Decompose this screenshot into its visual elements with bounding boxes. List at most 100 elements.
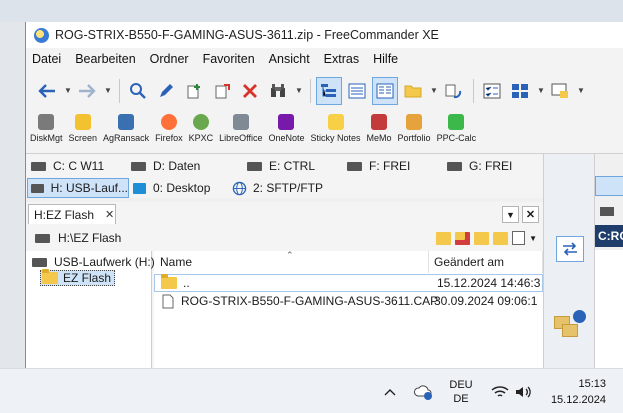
parent-folder-icon[interactable] bbox=[474, 231, 490, 245]
drive-f[interactable]: F: FREI bbox=[344, 156, 442, 176]
app-firefox[interactable]: Firefox bbox=[153, 111, 185, 143]
title-bar[interactable]: ROG-STRIX-B550-F-GAMING-ASUS-3611.zip - … bbox=[26, 22, 623, 48]
drive-sftp[interactable]: 2: SFTP/FTP bbox=[229, 178, 329, 198]
back-button[interactable] bbox=[34, 77, 60, 105]
clipboard-icon[interactable] bbox=[512, 231, 526, 245]
delete-button[interactable] bbox=[237, 77, 263, 105]
column-header-name[interactable]: Name ⌃ bbox=[154, 250, 429, 273]
forward-history-dropdown[interactable]: ▼ bbox=[102, 77, 114, 105]
tree-view-icon bbox=[321, 83, 336, 97]
app-agransack[interactable]: AgRansack bbox=[101, 111, 151, 143]
sync-icon bbox=[445, 84, 462, 98]
move-file-icon bbox=[215, 83, 230, 98]
tree-item-usb-drive[interactable]: USB-Laufwerk (H:) bbox=[32, 255, 155, 269]
app-ppc-calc[interactable]: PPC-Calc bbox=[435, 111, 479, 143]
drive-desktop[interactable]: 0: Desktop bbox=[130, 178, 228, 198]
swap-panels-button[interactable] bbox=[556, 236, 584, 262]
list-view-button[interactable] bbox=[372, 76, 398, 105]
menu-extras[interactable]: Extras bbox=[317, 52, 366, 66]
edit-button[interactable] bbox=[153, 77, 179, 105]
sync-button[interactable] bbox=[440, 77, 466, 105]
panel-close-button[interactable]: ✕ bbox=[522, 206, 539, 223]
move-button[interactable] bbox=[209, 77, 235, 105]
search-button[interactable] bbox=[125, 77, 151, 105]
favorite-folder-icon[interactable] bbox=[455, 231, 471, 245]
binoculars-button[interactable] bbox=[265, 77, 291, 105]
tab-list-dropdown[interactable]: ▼ bbox=[502, 206, 519, 223]
app-memo[interactable]: MeMo bbox=[365, 111, 394, 143]
right-tab[interactable]: C:RO bbox=[595, 225, 623, 247]
menu-datei[interactable]: Datei bbox=[26, 52, 68, 66]
language-indicator[interactable]: DEU DE bbox=[444, 369, 478, 413]
network-volume-button[interactable] bbox=[486, 369, 536, 413]
desktop-left-strip bbox=[0, 22, 25, 368]
grid-view-dropdown[interactable]: ▼ bbox=[535, 77, 547, 105]
cloud-status-button[interactable] bbox=[410, 369, 436, 413]
app-sticky-notes[interactable]: Sticky Notes bbox=[309, 111, 363, 143]
forward-button[interactable] bbox=[74, 77, 100, 105]
folder-view-button[interactable] bbox=[400, 77, 426, 105]
window-layout-dropdown[interactable]: ▼ bbox=[575, 77, 587, 105]
desktop-icon bbox=[133, 182, 146, 194]
root-folder-icon[interactable] bbox=[493, 231, 509, 245]
right-drive-icon bbox=[600, 207, 614, 216]
table-row[interactable]: .. 15.12.2024 14:46:3 bbox=[154, 274, 543, 292]
drive-d[interactable]: D: Daten bbox=[128, 156, 242, 176]
details-view-button[interactable] bbox=[344, 77, 370, 105]
drive-label: 0: Desktop bbox=[153, 181, 211, 195]
tab-ez-flash[interactable]: H:EZ Flash ✕ bbox=[28, 204, 116, 224]
tree-view-button[interactable] bbox=[316, 76, 342, 105]
menu-ansicht[interactable]: Ansicht bbox=[262, 52, 317, 66]
app-libreoffice[interactable]: LibreOffice bbox=[217, 111, 264, 143]
folder-icon bbox=[404, 85, 422, 97]
app-portfolio[interactable]: Portfolio bbox=[396, 111, 433, 143]
usb-drive-icon bbox=[35, 233, 50, 243]
folder-view-dropdown[interactable]: ▼ bbox=[428, 77, 440, 105]
menu-ordner[interactable]: Ordner bbox=[143, 52, 196, 66]
window-layout-button[interactable] bbox=[547, 77, 573, 105]
main-toolbar: ▼ ▼ ▼ ▼ ▼ ▼ bbox=[26, 70, 623, 111]
copy-button[interactable] bbox=[181, 77, 207, 105]
file-date: 30.09.2024 09:06:1 bbox=[434, 294, 538, 308]
right-drive-c[interactable] bbox=[595, 176, 623, 196]
back-history-dropdown[interactable]: ▼ bbox=[62, 77, 74, 105]
drive-e[interactable]: E: CTRL bbox=[244, 156, 342, 176]
drive-c[interactable]: C: C W11 bbox=[28, 156, 126, 176]
delete-x-icon bbox=[243, 83, 257, 98]
drive-icon bbox=[347, 161, 362, 171]
language-code: DEU bbox=[449, 378, 473, 391]
toolbar-separator bbox=[310, 78, 311, 103]
path-menu-dropdown[interactable]: ▼ bbox=[529, 234, 537, 243]
path-bar[interactable]: H:\EZ Flash ▼ bbox=[26, 226, 543, 250]
app-kpxc[interactable]: KPXC bbox=[187, 111, 216, 143]
menu-hilfe[interactable]: Hilfe bbox=[366, 52, 405, 66]
compare-folders-icon[interactable] bbox=[554, 308, 586, 340]
table-row[interactable]: ROG-STRIX-B550-F-GAMING-ASUS-3611.CAP 30… bbox=[154, 292, 543, 310]
forward-arrow-icon bbox=[79, 83, 96, 98]
show-hidden-icons-button[interactable] bbox=[379, 369, 401, 413]
column-header-modified[interactable]: Geändert am bbox=[429, 251, 543, 273]
drive-h[interactable]: H: USB-Lauf... bbox=[27, 178, 129, 198]
panel-splitter[interactable] bbox=[543, 154, 595, 368]
binoculars-dropdown[interactable]: ▼ bbox=[293, 77, 305, 105]
app-screen[interactable]: Screen bbox=[67, 111, 100, 143]
app-label: DiskMgt bbox=[30, 133, 63, 143]
checklist-button[interactable] bbox=[479, 77, 505, 105]
tree-item-ez-flash[interactable]: EZ Flash bbox=[40, 269, 116, 286]
drive-label: C: C W11 bbox=[53, 159, 105, 173]
file-list: Name ⌃ Geändert am .. 15.12.2024 14:46:3… bbox=[154, 250, 543, 368]
speaker-icon bbox=[516, 386, 531, 397]
grid-view-button[interactable] bbox=[507, 77, 533, 105]
menu-bearbeiten[interactable]: Bearbeiten bbox=[68, 52, 142, 66]
app-onenote[interactable]: OneNote bbox=[266, 111, 306, 143]
history-folder-icon[interactable] bbox=[436, 231, 452, 245]
drive-g[interactable]: G: FREI bbox=[444, 156, 540, 176]
libreoffice-icon bbox=[232, 114, 249, 130]
freecommander-app-icon[interactable] bbox=[34, 27, 49, 43]
menu-favoriten[interactable]: Favoriten bbox=[196, 52, 262, 66]
app-diskmgt[interactable]: DiskMgt bbox=[28, 111, 65, 143]
sort-ascending-icon: ⌃ bbox=[286, 250, 294, 260]
tab-close-icon[interactable]: ✕ bbox=[105, 208, 114, 221]
sticky-notes-icon bbox=[327, 114, 344, 130]
clock[interactable]: 15:13 15.12.2024 bbox=[544, 369, 612, 413]
